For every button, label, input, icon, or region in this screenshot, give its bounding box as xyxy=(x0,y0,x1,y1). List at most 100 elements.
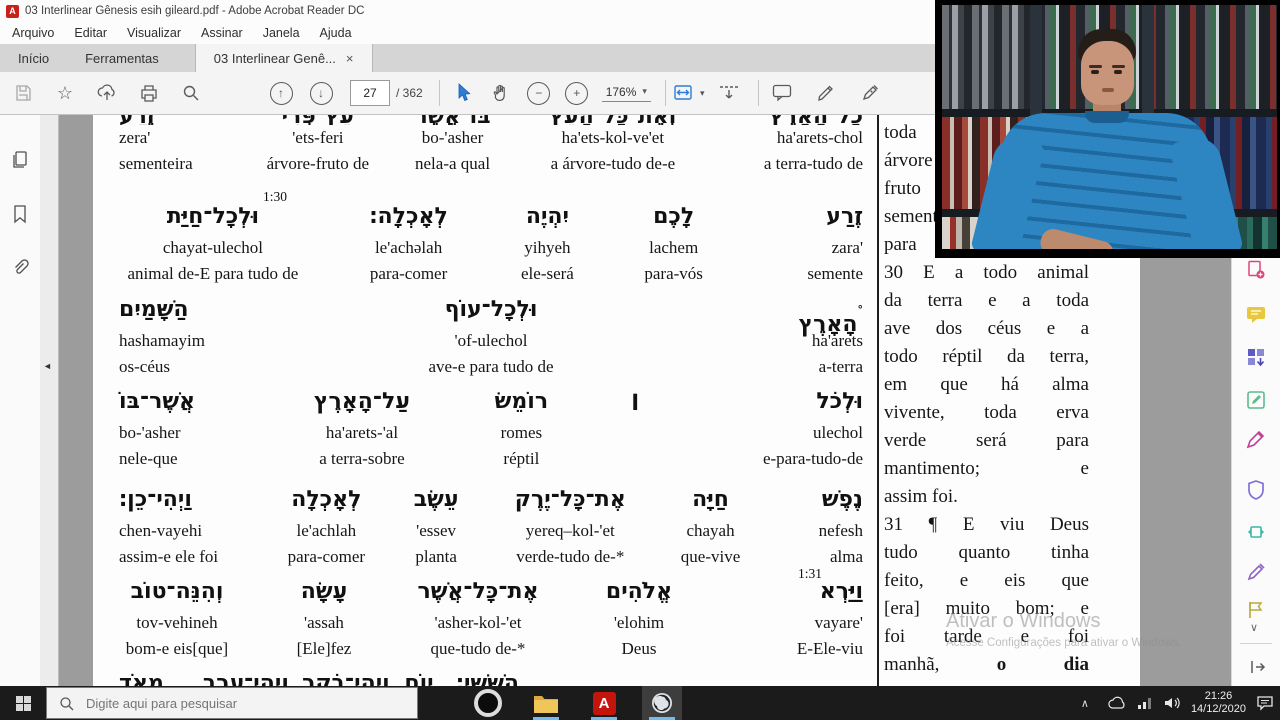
page-thumbnails-button[interactable] xyxy=(0,143,40,177)
start-button[interactable] xyxy=(0,686,46,720)
translation-pt: animal de-E para tudo de xyxy=(127,264,299,283)
tab-ferramentas[interactable]: Ferramentas xyxy=(67,44,177,72)
save-button[interactable] xyxy=(8,76,38,110)
transliteration: hashamayim xyxy=(119,331,205,350)
page-number-input[interactable] xyxy=(350,80,390,106)
chevron-down-icon[interactable]: ∨ xyxy=(1250,621,1258,634)
tab-document[interactable]: 03 Interlinear Genê... × xyxy=(194,44,373,72)
menu-assinar[interactable]: Assinar xyxy=(201,26,243,40)
plus-icon: + xyxy=(565,81,589,105)
search-icon xyxy=(60,696,74,710)
bookshelf-books xyxy=(942,5,1036,109)
interlinear-cell: אֶת־כָּל־אֲשֶׁר 'asher-kol-'et que-tudo de… xyxy=(387,574,569,662)
zoom-in-button[interactable]: + xyxy=(562,76,592,110)
edit-pdf-icon xyxy=(1247,391,1265,409)
share-button[interactable] xyxy=(92,76,122,110)
taskbar-obs-studio[interactable] xyxy=(642,686,682,720)
comment-bubble-icon xyxy=(773,84,792,102)
tab-inicio[interactable]: Início xyxy=(0,44,67,72)
tab-close-icon[interactable]: × xyxy=(346,51,354,66)
hebrew-word: עַל־הָאָרֶץ xyxy=(313,389,410,414)
panel-splitter[interactable]: ◄ xyxy=(40,115,59,686)
translation-pt: bom-e eis[que] xyxy=(125,639,229,658)
verse-line: em que há alma xyxy=(884,374,1089,395)
translation-pt: a terra-sobre xyxy=(319,449,405,468)
verse-line: verde será para xyxy=(884,430,1089,451)
menu-visualizar[interactable]: Visualizar xyxy=(127,26,181,40)
page-display-button[interactable] xyxy=(714,76,744,110)
transliteration: chayat-ulechol xyxy=(162,238,263,257)
speaker-icon[interactable] xyxy=(1163,696,1181,710)
search-input[interactable] xyxy=(84,694,368,712)
more-tools-button[interactable] xyxy=(1244,598,1268,622)
pages-icon xyxy=(13,151,27,168)
column-divider xyxy=(877,115,879,686)
obs-studio-icon xyxy=(652,693,672,713)
edit-pdf-button[interactable] xyxy=(1244,388,1268,412)
fit-width-button[interactable]: ▾ xyxy=(674,76,705,110)
export-pdf-button[interactable] xyxy=(1244,258,1268,282)
collapse-panel-icon[interactable]: ◄ xyxy=(43,361,52,371)
find-button[interactable] xyxy=(176,76,206,110)
protect-pdf-button[interactable] xyxy=(1244,478,1268,502)
hebrew-word: אֱלֹהִים xyxy=(605,579,673,604)
network-signal-icon[interactable] xyxy=(1137,696,1153,710)
interlinear-cell: עָשָׂה 'assah [Ele]fez xyxy=(261,574,387,662)
tab-ferramentas-label: Ferramentas xyxy=(85,50,159,66)
chevron-down-icon: ▾ xyxy=(699,87,705,98)
left-navigation-rail xyxy=(0,115,40,686)
taskbar-acrobat[interactable]: A xyxy=(584,686,624,720)
fill-sign-tool-button[interactable] xyxy=(1244,428,1268,452)
menu-arquivo[interactable]: Arquivo xyxy=(12,26,54,40)
zoom-level-dropdown[interactable]: 176% ▾ xyxy=(601,85,651,102)
interlinear-cell: וְהִנֵּה־טוֹב tov-vehineh bom-e eis[que] xyxy=(93,574,261,662)
certificates-button[interactable] xyxy=(1244,560,1268,584)
attachments-button[interactable] xyxy=(0,251,40,285)
transliteration: le'achəlah xyxy=(374,238,443,257)
select-tool-button[interactable] xyxy=(448,76,478,110)
menu-janela[interactable]: Janela xyxy=(263,26,300,40)
interlinear-cell: נֶפֶשׁ nefesh alma xyxy=(765,482,877,570)
action-center-icon[interactable] xyxy=(1256,695,1274,711)
print-button[interactable] xyxy=(134,76,164,110)
taskbar-file-explorer[interactable] xyxy=(526,686,566,720)
interlinear-cell: וּלְכָל־עוֹף 'of-ulechol ave-e para tudo d… xyxy=(338,292,644,380)
open-tools-pane-button[interactable] xyxy=(1246,655,1270,679)
comment-tool-button[interactable] xyxy=(1244,303,1268,327)
transliteration: 'ets-feri xyxy=(292,128,344,147)
interlinear-row: הַשָּׁמַיִם hashamayim os-céus וּלְכָל־עוֹ… xyxy=(93,292,877,380)
next-page-button[interactable]: ↓ xyxy=(306,76,336,110)
taskbar-cortana-circle[interactable] xyxy=(468,686,508,720)
translation-pt: a terra-tudo de xyxy=(763,154,864,173)
hebrew-word: רוֹמֵשׂ xyxy=(494,389,549,414)
menu-editar[interactable]: Editar xyxy=(74,26,107,40)
organize-pages-icon xyxy=(1248,349,1265,367)
interlinear-cell: בּוֹ־אֲשֶׁר bo-'asher nela-a qual xyxy=(388,115,516,177)
bookmarks-button[interactable] xyxy=(0,197,40,231)
verse-line: 30 E a todo animal xyxy=(884,262,1089,283)
hand-tool-button[interactable] xyxy=(486,76,516,110)
save-icon xyxy=(16,85,31,101)
page-down-icon: ↓ xyxy=(309,81,333,105)
verse-line: mantimento; e xyxy=(884,458,1089,479)
taskbar-search[interactable] xyxy=(46,687,418,719)
comment-button[interactable] xyxy=(767,76,797,110)
show-hidden-icons[interactable]: ∧ xyxy=(1081,697,1089,710)
menu-ajuda[interactable]: Ajuda xyxy=(320,26,352,40)
organize-pages-button[interactable] xyxy=(1244,345,1268,369)
hebrew-word: יִהְיֶה xyxy=(525,204,570,229)
highlight-button[interactable] xyxy=(811,76,841,110)
translation-pt: para-comer xyxy=(369,264,448,283)
compress-pdf-button[interactable] xyxy=(1244,520,1268,544)
fill-sign-button[interactable] xyxy=(855,76,885,110)
favorite-star-button[interactable]: ☆ xyxy=(50,76,80,110)
zoom-out-button[interactable]: − xyxy=(524,76,554,110)
taskbar-clock[interactable]: 21:26 14/12/2020 xyxy=(1191,690,1246,716)
transliteration: chen-vayehi xyxy=(119,521,203,540)
previous-page-button[interactable]: ↑ xyxy=(266,76,296,110)
translation-pt: a-terra xyxy=(818,357,864,376)
onedrive-cloud-icon[interactable] xyxy=(1107,696,1127,710)
windows-taskbar: A ∧ 21:26 14/12/2020 xyxy=(0,686,1280,720)
transliteration: romes xyxy=(500,423,543,442)
transliteration: ha'arets-chol xyxy=(776,128,864,147)
